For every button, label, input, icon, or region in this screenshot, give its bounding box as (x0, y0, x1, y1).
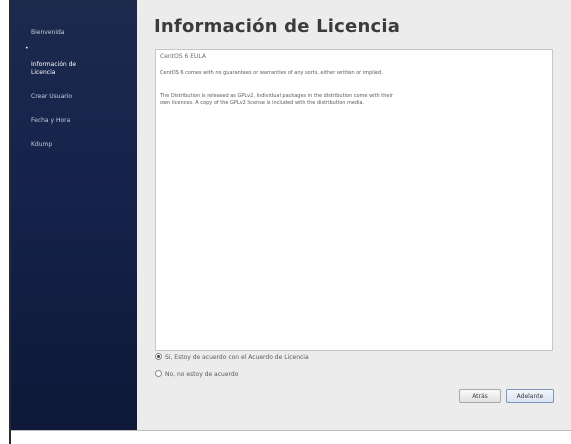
accept-license-label: Sí, Estoy de acuerdo con el Acuerdo de L… (165, 354, 309, 361)
page-title: Información de Licencia (154, 16, 401, 37)
main-panel: Información de Licencia CentOS 6 EULA Ce… (137, 0, 571, 430)
sidebar: Bienvenida • Información de Licencia Cre… (11, 0, 137, 430)
sidebar-item-create-user: Crear Usuario (25, 85, 131, 101)
sidebar-item-kdump: Kdump (25, 133, 131, 149)
sidebar-item-welcome: Bienvenida (25, 21, 131, 37)
sidebar-item-license: • Información de Licencia (25, 45, 131, 77)
back-button[interactable]: Atrás (459, 389, 501, 403)
decline-license-label: No, no estoy de acuerdo (165, 371, 239, 378)
forward-button[interactable]: Adelante (506, 389, 554, 403)
sidebar-steps: Bienvenida • Información de Licencia Cre… (25, 13, 131, 157)
sidebar-item-date-time: Fecha y Hora (25, 109, 131, 125)
sidebar-item-label: Crear Usuario (31, 93, 73, 100)
radio-unselected-icon[interactable] (155, 370, 162, 377)
accept-license-option[interactable]: Sí, Estoy de acuerdo con el Acuerdo de L… (155, 353, 309, 361)
sidebar-item-label: Fecha y Hora (31, 117, 71, 124)
sidebar-item-label: Bienvenida (31, 29, 65, 36)
decline-license-option[interactable]: No, no estoy de acuerdo (155, 370, 238, 378)
screen: Bienvenida • Información de Licencia Cre… (0, 0, 571, 444)
license-text-area[interactable]: CentOS 6 EULA CentOS 6 comes with no gua… (155, 49, 553, 351)
license-paragraph: CentOS 6 comes with no guarantees or war… (160, 70, 383, 76)
sidebar-item-label: Kdump (31, 141, 53, 148)
sidebar-item-label: Información de Licencia (31, 61, 77, 76)
license-header: CentOS 6 EULA (160, 53, 206, 60)
license-paragraph: The Distribution is released as GPLv2. I… (160, 93, 393, 106)
radio-selected-icon[interactable] (155, 353, 162, 360)
current-step-bullet-icon: • (25, 45, 29, 52)
